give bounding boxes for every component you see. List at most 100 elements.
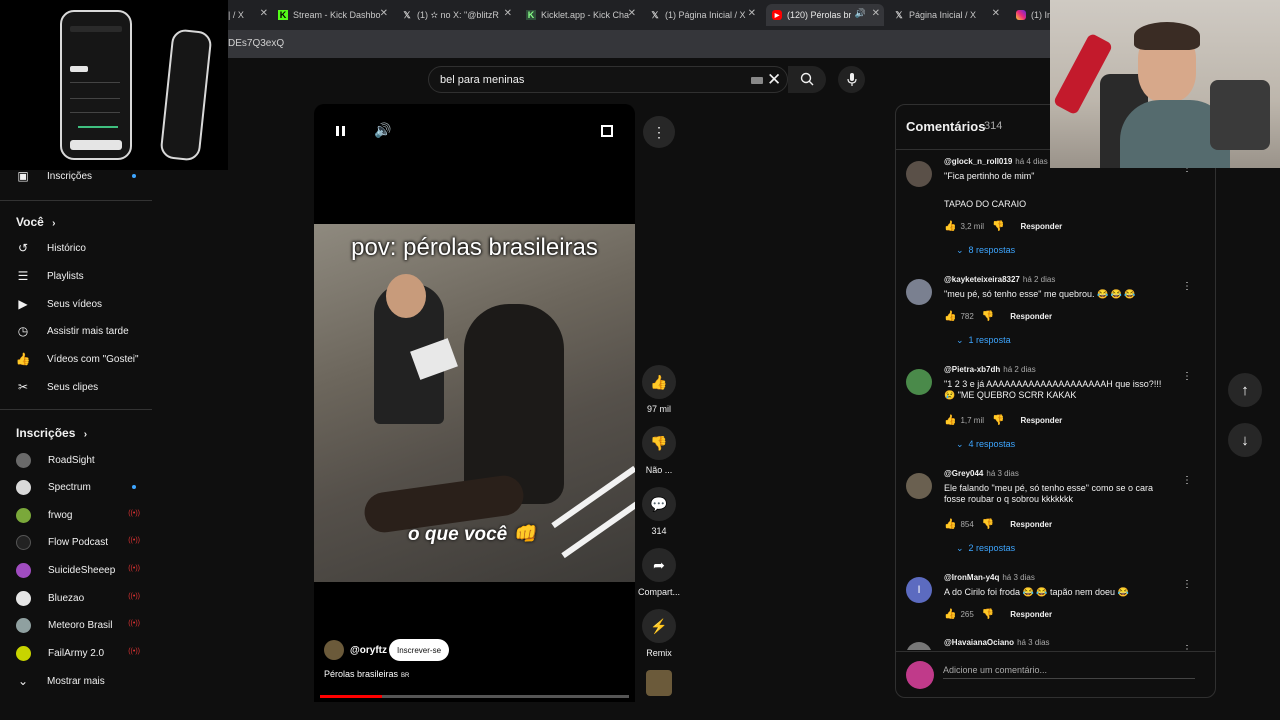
comment-avatar[interactable] (906, 369, 932, 395)
sidebar-item-playlists[interactable]: ☰ Playlists (16, 265, 156, 287)
comment-time[interactable]: há 3 dias (1002, 573, 1034, 582)
browser-tab[interactable]: | / X ✕ (228, 4, 272, 26)
comment-avatar[interactable] (906, 473, 932, 499)
sidebar-item-my-videos[interactable]: ▶ Seus vídeos (16, 293, 156, 315)
shorts-player[interactable]: 🔊 pov: pérolas brasileiras o que você 👊 … (314, 104, 635, 702)
comment-time[interactable]: há 4 dias (1015, 157, 1047, 166)
browser-tab[interactable]: K Kicklet.app - Kick Cha ✕ (526, 4, 640, 26)
comment-author[interactable]: @Grey044 (944, 469, 983, 478)
sidebar-subscription-item[interactable]: Bluezao ((•)) (16, 587, 156, 609)
more-options-button[interactable]: ⋮ (643, 116, 675, 148)
comment-avatar[interactable] (906, 279, 932, 305)
comment-avatar[interactable]: I (906, 577, 932, 603)
browser-tab-active[interactable]: ▶ (120) Pérolas bra 🔊 ✕ (766, 4, 884, 26)
fullscreen-icon[interactable] (601, 125, 613, 137)
kebab-menu-icon[interactable]: ⋮ (1182, 371, 1192, 382)
view-replies-button[interactable]: ⌄ 4 respostas (956, 439, 1015, 450)
sidebar-item-history[interactable]: ↺ Histórico (16, 237, 156, 259)
close-icon[interactable]: ✕ (504, 8, 512, 19)
kebab-menu-icon[interactable]: ⋮ (1182, 475, 1192, 486)
browser-tab[interactable]: 𝕏 (1) ✫ no X: "@blitzR ✕ (402, 4, 516, 26)
pause-icon[interactable] (334, 124, 348, 138)
speaker-icon[interactable]: 🔊 (855, 8, 866, 19)
thumb-up-icon[interactable]: 👍 (944, 519, 956, 530)
view-replies-button[interactable]: ⌄ 1 resposta (956, 335, 1011, 346)
comment-author[interactable]: @HavaianaOciano (944, 638, 1014, 647)
reply-button[interactable]: Responder (1010, 610, 1052, 619)
close-icon[interactable]: ✕ (992, 8, 1000, 19)
thumb-down-icon[interactable]: 👎 (982, 609, 994, 620)
thumb-up-icon[interactable]: 👍 (944, 221, 956, 232)
sidebar-subscription-item[interactable]: Spectrum (16, 476, 156, 498)
kebab-menu-icon[interactable]: ⋮ (1182, 644, 1192, 650)
sidebar-subscription-item[interactable]: SuicideSheeep ((•)) (16, 559, 156, 581)
comment-time[interactable]: há 3 dias (1017, 638, 1049, 647)
thumb-up-icon[interactable]: 👍 (944, 609, 956, 620)
dislike-button[interactable]: 👎 Não ... (642, 426, 676, 475)
channel-avatar[interactable] (324, 640, 344, 660)
thumb-down-icon[interactable]: 👎 (992, 221, 1004, 232)
comments-button[interactable]: 💬 314 (642, 487, 676, 536)
sidebar-item-watch-later[interactable]: ◷ Assistir mais tarde (16, 320, 156, 342)
close-icon[interactable]: ✕ (872, 8, 880, 19)
share-button[interactable]: ➦ Compart... (638, 548, 680, 597)
comment-avatar[interactable] (906, 161, 932, 187)
thumb-down-icon[interactable]: 👎 (982, 519, 994, 530)
comment-time[interactable]: há 2 dias (1003, 365, 1035, 374)
previous-short-button[interactable]: ↑ (1228, 373, 1262, 407)
reply-button[interactable]: Responder (1010, 520, 1052, 529)
sidebar-item-liked-videos[interactable]: 👍 Vídeos com "Gostei" (16, 348, 156, 370)
keyboard-icon[interactable] (751, 77, 763, 84)
comment-author[interactable]: @kayketeixeira8327 (944, 275, 1020, 284)
search-box[interactable]: bel para meninas ✕ (428, 66, 788, 93)
channel-name[interactable]: @oryftz (350, 645, 387, 656)
subscribe-button[interactable]: Inscrever-se (389, 639, 450, 661)
comment-author[interactable]: @Pietra-xb7dh (944, 365, 1000, 374)
comment-author[interactable]: @glock_n_roll019 (944, 157, 1012, 166)
sidebar-item-clips[interactable]: ✂ Seus clipes (16, 376, 156, 398)
reply-button[interactable]: Responder (1020, 416, 1062, 425)
comment-time[interactable]: há 3 dias (986, 469, 1018, 478)
clear-search-icon[interactable]: ✕ (767, 70, 781, 90)
thumb-down-icon[interactable]: 👎 (982, 311, 994, 322)
view-replies-button[interactable]: ⌄ 2 respostas (956, 543, 1015, 554)
comment-avatar[interactable] (906, 642, 932, 650)
sidebar-subscription-item[interactable]: Meteoro Brasil ((•)) (16, 614, 156, 636)
sidebar-section-voce[interactable]: Você › (16, 215, 55, 229)
comment-author[interactable]: @IronMan-y4q (944, 573, 999, 582)
thumb-up-icon[interactable]: 👍 (944, 415, 956, 426)
next-short-button[interactable]: ↓ (1228, 423, 1262, 457)
sidebar-subscription-item[interactable]: frwog ((•)) (16, 504, 156, 526)
view-replies-button[interactable]: ⌄ 8 respostas (956, 245, 1015, 256)
video-title[interactable]: Pérolas brasileiras BR (324, 669, 409, 679)
remix-button[interactable]: ⚡ Remix (642, 609, 676, 658)
close-icon[interactable]: ✕ (628, 8, 636, 19)
search-button[interactable] (788, 66, 826, 93)
kebab-menu-icon[interactable]: ⋮ (1182, 579, 1192, 590)
comment-time[interactable]: há 2 dias (1023, 275, 1055, 284)
browser-tab[interactable]: 𝕏 (1) Página Inicial / X ✕ (650, 4, 760, 26)
video-frame[interactable]: pov: pérolas brasileiras o que você 👊 (314, 224, 635, 582)
sidebar-subscription-item[interactable]: FailArmy 2.0 ((•)) (16, 642, 156, 664)
search-input[interactable]: bel para meninas (440, 74, 524, 86)
voice-search-button[interactable] (838, 66, 865, 93)
like-button[interactable]: 👍 97 mil (642, 365, 676, 414)
close-icon[interactable]: ✕ (380, 8, 388, 19)
sidebar-subscription-item[interactable]: Flow Podcast ((•)) (16, 531, 156, 553)
add-comment-input[interactable] (943, 661, 1195, 679)
sidebar-section-subscriptions[interactable]: Inscrições › (16, 426, 87, 440)
kebab-menu-icon[interactable]: ⋮ (1182, 281, 1192, 292)
sidebar-show-more[interactable]: ⌄ Mostrar mais (16, 670, 156, 692)
thumb-up-icon[interactable]: 👍 (944, 311, 956, 322)
reply-button[interactable]: Responder (1020, 222, 1062, 231)
volume-icon[interactable]: 🔊 (374, 122, 391, 139)
sidebar-subscription-item[interactable]: RoadSight (16, 449, 156, 471)
browser-tab[interactable]: 𝕏 Página Inicial / X ✕ (894, 4, 1004, 26)
sound-thumbnail[interactable] (642, 670, 676, 696)
video-progress-bar[interactable] (320, 695, 629, 698)
reply-button[interactable]: Responder (1010, 312, 1052, 321)
browser-tab[interactable]: K Stream - Kick Dashbo ✕ (278, 4, 392, 26)
thumb-down-icon[interactable]: 👎 (992, 415, 1004, 426)
close-icon[interactable]: ✕ (748, 8, 756, 19)
close-icon[interactable]: ✕ (260, 8, 268, 19)
